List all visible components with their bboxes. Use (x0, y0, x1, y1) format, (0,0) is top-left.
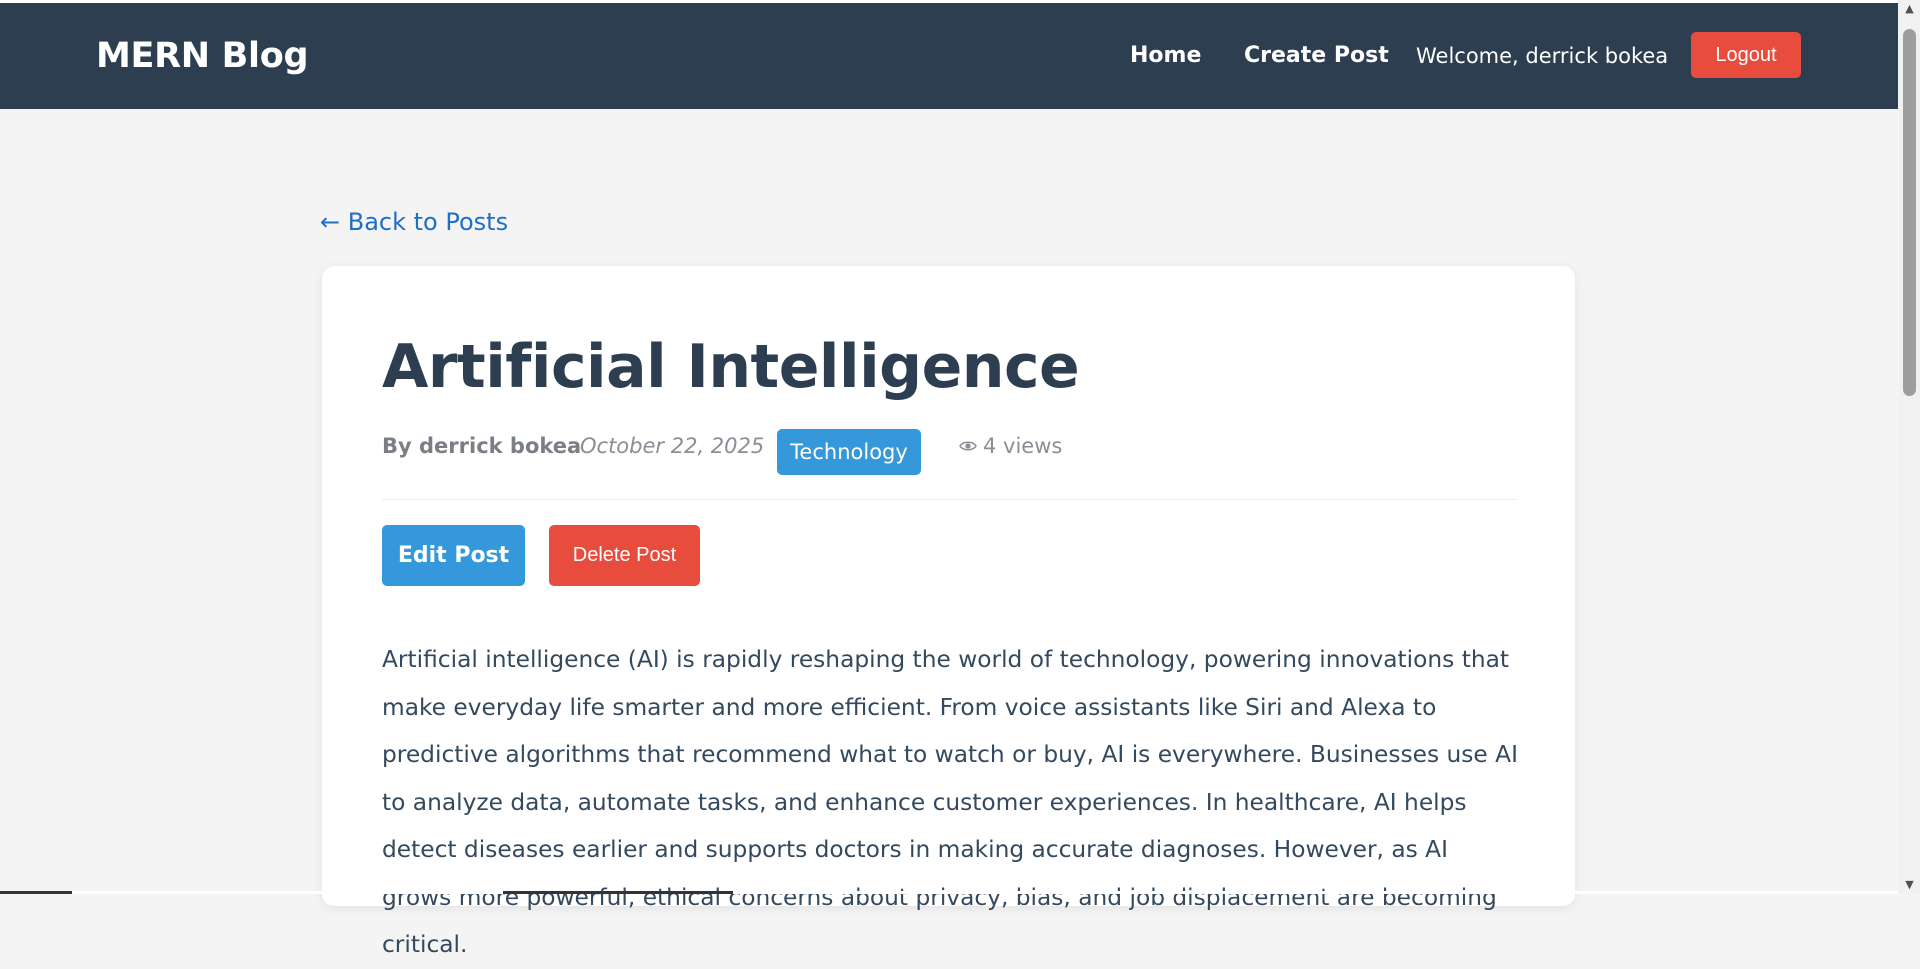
post-content: Artificial intelligence (AI) is rapidly … (382, 646, 1518, 958)
back-to-posts-link[interactable]: ← Back to Posts (320, 208, 508, 236)
nav-home-link[interactable]: Home (1130, 3, 1201, 109)
post-author: By derrick bokea (382, 434, 582, 458)
post-title: Artificial Intelligence (382, 332, 1080, 402)
edit-post-button[interactable]: Edit Post (382, 525, 525, 586)
category-badge: Technology (777, 429, 921, 475)
welcome-text: Welcome, derrick bokea (1416, 44, 1669, 68)
post-card: Artificial Intelligence By derrick bokea… (322, 266, 1575, 958)
eye-icon (959, 441, 977, 451)
post-date: October 22, 2025 (580, 434, 765, 458)
delete-post-button[interactable]: Delete Post (549, 525, 700, 586)
post-views: 4 views (959, 434, 1062, 458)
navbar: MERN Blog Home Create Post Welcome, derr… (0, 3, 1898, 109)
meta-divider (382, 499, 1516, 500)
vertical-scrollbar[interactable]: ▲ ▼ (1899, 0, 1920, 894)
scroll-up-arrow-icon[interactable]: ▲ (1899, 0, 1920, 18)
logout-button[interactable]: Logout (1691, 32, 1801, 78)
scrollbar-thumb[interactable] (1903, 29, 1916, 396)
scroll-down-arrow-icon[interactable]: ▼ (1899, 876, 1920, 894)
brand-logo[interactable]: MERN Blog (96, 3, 309, 109)
nav-create-post-link[interactable]: Create Post (1244, 3, 1389, 109)
views-count: 4 views (983, 434, 1063, 458)
